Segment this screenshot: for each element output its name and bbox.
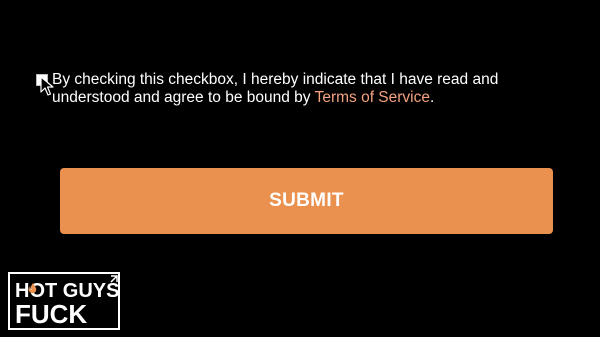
terms-consent: By checking this checkbox, I hereby indi… [36,71,536,107]
mouse-pointer-icon [40,76,54,96]
watermark-logo: HOT GUYS FUCK [8,272,120,330]
consent-text: By checking this checkbox, I hereby indi… [36,71,536,107]
terms-of-service-link[interactable]: Terms of Service [315,89,430,106]
consent-text-after: . [430,89,435,106]
watermark-line2: FUCK [15,299,87,329]
submit-button[interactable]: SUBMIT [60,168,553,234]
